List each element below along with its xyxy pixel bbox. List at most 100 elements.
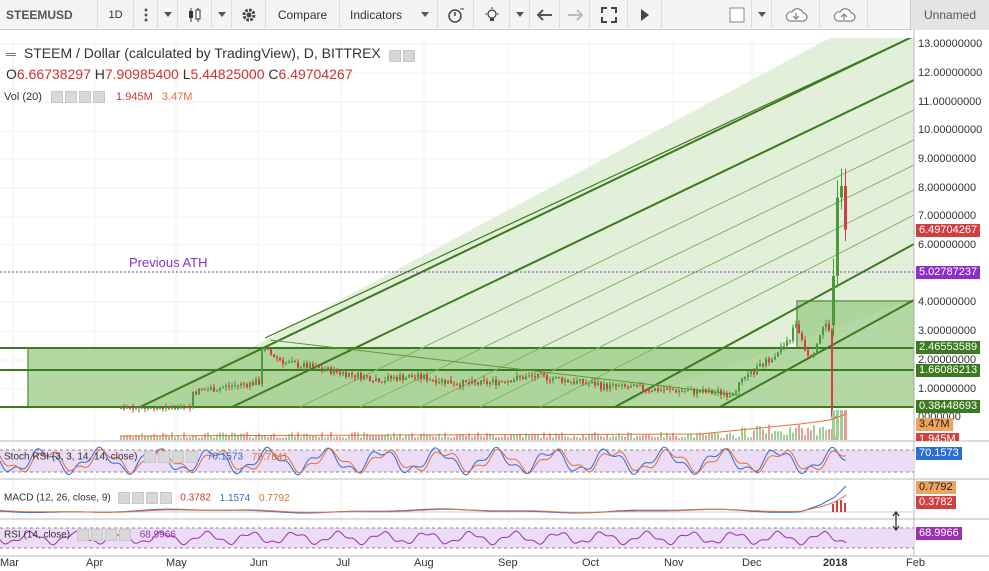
- volume-bar: [255, 435, 257, 440]
- volume-bar: [183, 432, 185, 440]
- volume-bar: [243, 433, 245, 440]
- fullscreen-icon[interactable]: [590, 0, 628, 30]
- volume-bar: [645, 435, 647, 440]
- indicators-button[interactable]: Indicators: [340, 0, 438, 30]
- layout-square-icon[interactable]: [722, 0, 752, 30]
- candle-body: [396, 376, 398, 381]
- candle-body: [483, 380, 485, 382]
- volume-bar: [501, 437, 503, 440]
- play-icon[interactable]: [628, 0, 662, 30]
- volume-bar: [579, 437, 581, 440]
- compare-button[interactable]: Compare: [266, 0, 340, 30]
- price-axis-label: 1.00000000: [918, 383, 977, 395]
- candle-body: [747, 373, 749, 378]
- close-value: 6.49704267: [278, 66, 353, 82]
- more-intervals-icon[interactable]: [134, 0, 158, 30]
- candle-body: [375, 378, 377, 382]
- candle-body: [195, 391, 197, 395]
- candle-body: [678, 390, 680, 393]
- volume-bar: [339, 436, 341, 440]
- volume-bar: [651, 436, 653, 440]
- volume-bar: [792, 432, 794, 440]
- legend-controls[interactable]: [388, 46, 417, 62]
- alert-icon[interactable]: [438, 0, 474, 30]
- volume-bar: [825, 430, 827, 440]
- volume-bar: [429, 435, 431, 440]
- candle-body: [672, 388, 674, 391]
- volume-bar: [513, 434, 515, 440]
- volume-bar: [300, 437, 302, 440]
- last-price-tag: 6.49704267: [916, 224, 981, 237]
- price-axis-label: 11.00000000: [918, 96, 982, 108]
- volume-bar: [648, 434, 650, 440]
- candle-body: [735, 391, 737, 394]
- consolidation-box: [796, 300, 914, 349]
- interval-selector[interactable]: 1D: [98, 0, 134, 30]
- candles-icon[interactable]: [178, 0, 212, 30]
- lightbulb-icon[interactable]: [474, 0, 510, 30]
- candle-body: [378, 378, 380, 383]
- volume-bar: [717, 433, 719, 440]
- candle-body: [420, 373, 422, 379]
- volume-bar: [669, 435, 671, 440]
- candle-body: [204, 389, 206, 391]
- candle-body: [480, 380, 482, 385]
- series-title: STEEM / Dollar (calculated by TradingVie…: [23, 45, 381, 61]
- cloud-upload-icon[interactable]: [820, 0, 868, 30]
- volume-bar: [363, 432, 365, 440]
- volume-bar: [582, 434, 584, 440]
- volume-bar: [765, 433, 767, 440]
- chevron-down-icon: [421, 12, 429, 17]
- volume-bar: [540, 437, 542, 440]
- volume-bar: [474, 435, 476, 440]
- volume-label: Vol (20): [4, 91, 42, 103]
- candle-body: [189, 407, 191, 409]
- candle-body: [210, 387, 212, 390]
- undo-icon[interactable]: [530, 0, 560, 30]
- candle-body: [447, 380, 449, 384]
- candle-body: [771, 359, 773, 363]
- volume-bar: [564, 435, 566, 440]
- stoch-controls[interactable]: [144, 451, 200, 463]
- candle-body: [555, 376, 557, 379]
- candle-body: [300, 367, 302, 369]
- chevron-down-icon[interactable]: [510, 0, 530, 30]
- macd-controls[interactable]: [117, 492, 174, 504]
- layout-name-button[interactable]: Unnamed: [910, 0, 989, 30]
- cloud-download-icon[interactable]: [772, 0, 820, 30]
- candle-body: [663, 389, 665, 391]
- symbol-search[interactable]: STEEMUSD: [0, 0, 98, 30]
- candle-body: [783, 345, 785, 347]
- volume-bar: [291, 432, 293, 440]
- gear-icon[interactable]: [232, 0, 266, 30]
- volume-bar: [576, 437, 578, 440]
- volume-controls[interactable]: [50, 91, 107, 104]
- candle-body: [252, 382, 254, 386]
- candle-body: [372, 381, 374, 383]
- candle-body: [441, 379, 443, 382]
- volume-bar: [573, 435, 575, 440]
- candle-body: [402, 375, 404, 380]
- volume-bar: [492, 434, 494, 440]
- volume-bar: [282, 437, 284, 440]
- candle-body: [522, 376, 524, 380]
- time-axis-label: Jul: [336, 557, 351, 569]
- candle-body: [639, 385, 641, 387]
- chevron-down-icon[interactable]: [752, 0, 772, 30]
- candle-body: [723, 393, 725, 396]
- candle-body: [321, 367, 323, 371]
- volume-bar: [318, 437, 320, 440]
- redo-icon[interactable]: [560, 0, 590, 30]
- rsi-controls[interactable]: [76, 529, 133, 541]
- candle-body: [258, 379, 260, 385]
- candle-body: [519, 375, 521, 377]
- candle-body: [570, 381, 572, 383]
- candle-body: [306, 362, 308, 369]
- chevron-down-icon[interactable]: [212, 0, 232, 30]
- volume-bar: [690, 434, 692, 440]
- volume-bar: [693, 437, 695, 440]
- volume-bar: [261, 435, 263, 440]
- chart-canvas[interactable]: [0, 30, 989, 571]
- chevron-down-icon[interactable]: [158, 0, 178, 30]
- candle-body: [648, 390, 650, 392]
